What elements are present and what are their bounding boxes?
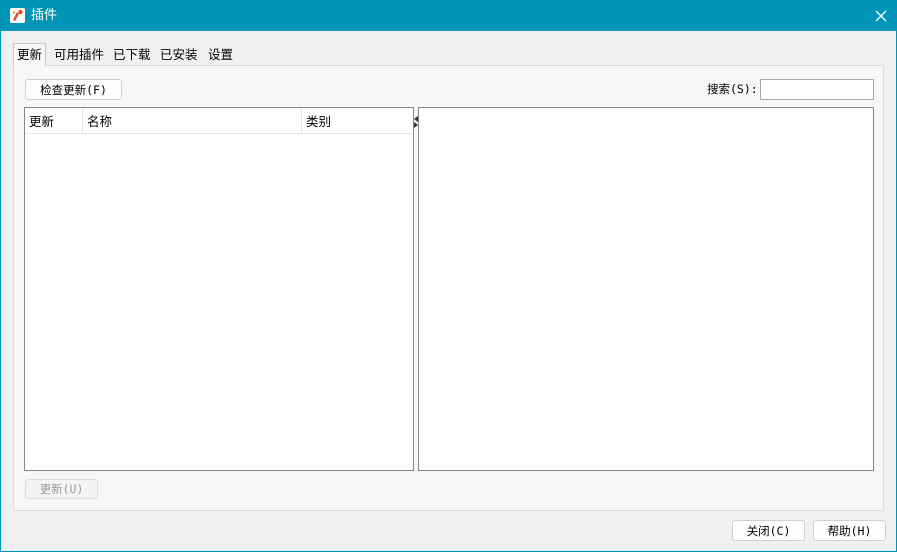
plugin-details-pane [418, 107, 874, 471]
tab-installed[interactable]: 已安装 [157, 46, 201, 65]
tab-settings[interactable]: 设置 [205, 46, 236, 65]
app-logo-icon [10, 8, 25, 23]
window-title: 插件 [31, 8, 58, 23]
column-header-update[interactable]: 更新 [25, 108, 83, 134]
update-button[interactable]: 更新(U) [25, 479, 98, 499]
column-header-category[interactable]: 类别 [302, 108, 413, 134]
close-button[interactable]: 关闭(C) [732, 520, 805, 541]
tab-updates[interactable]: 更新 [13, 43, 47, 66]
search-label: 搜索(S): [707, 82, 758, 96]
column-header-name[interactable]: 名称 [83, 108, 302, 134]
help-button[interactable]: 帮助(H) [813, 520, 886, 541]
tab-available-plugins[interactable]: 可用插件 [51, 46, 107, 65]
tab-downloaded[interactable]: 已下载 [110, 46, 154, 65]
close-icon [875, 10, 886, 22]
table-header: 更新 名称 类别 [25, 108, 413, 134]
plugins-dialog: 插件 更新 可用插件 已下载 已安装 设置 检查更新(F) 搜索(S): 更新 … [0, 0, 897, 552]
close-window-button[interactable] [865, 1, 896, 31]
check-updates-button[interactable]: 检查更新(F) [25, 79, 122, 100]
plugin-table[interactable]: 更新 名称 类别 [24, 107, 414, 471]
title-bar[interactable]: 插件 [1, 1, 896, 31]
search-input[interactable] [760, 79, 874, 100]
